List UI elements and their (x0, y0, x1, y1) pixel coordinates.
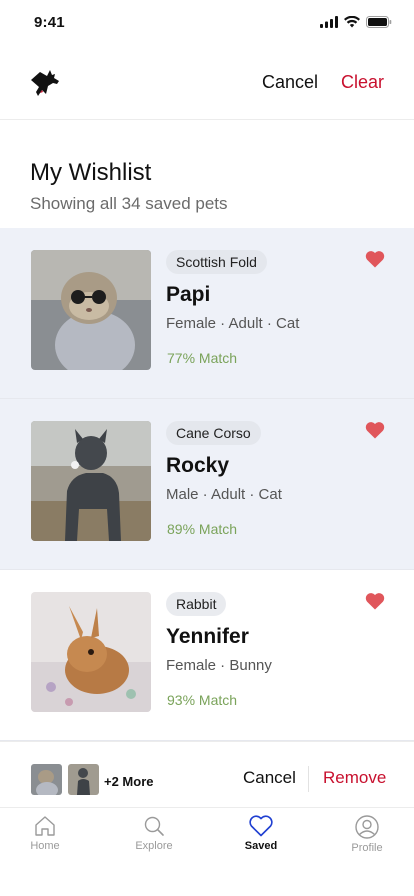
cat-thumbnail-icon (31, 764, 62, 795)
more-selected-label: +2 More (104, 774, 154, 789)
rabbit-photo-icon (31, 592, 151, 712)
tab-bar: Home Explore Saved Profile (0, 807, 414, 896)
match-percentage: 93% Match (167, 692, 238, 708)
battery-icon (366, 16, 392, 28)
tab-label: Profile (351, 842, 383, 854)
page-title: My Wishlist (30, 159, 152, 186)
remove-button[interactable]: Remove (323, 768, 386, 788)
tab-saved[interactable]: Saved (221, 814, 301, 866)
heart-icon (249, 815, 273, 837)
selected-thumbnail (68, 764, 99, 795)
header: Cancel Clear (0, 44, 414, 120)
tab-label: Saved (244, 840, 278, 852)
tab-label: Home (30, 840, 60, 852)
pet-photo (31, 250, 151, 370)
match-percentage: 89% Match (167, 521, 238, 537)
tab-home[interactable]: Home (5, 814, 85, 866)
search-icon (144, 816, 164, 836)
pet-photo (31, 421, 151, 541)
divider (308, 766, 309, 792)
pet-details: Female · Adult · Cat (166, 315, 300, 332)
cancel-selection-button[interactable]: Cancel (243, 768, 296, 788)
selection-action-bar: +2 More Cancel Remove (0, 741, 414, 807)
page-subtitle: Showing all 34 saved pets (30, 194, 228, 213)
heart-filled-icon (365, 422, 385, 439)
breed-chip: Cane Corso (166, 421, 261, 445)
pet-photo (31, 592, 151, 712)
status-time: 9:41 (34, 14, 65, 31)
favorite-button[interactable] (364, 592, 386, 612)
pet-name: Rocky (166, 454, 230, 477)
tab-label: Explore (135, 840, 173, 852)
favorite-button[interactable] (364, 250, 386, 270)
home-icon (35, 816, 55, 836)
pet-card[interactable]: Rabbit Yennifer Female · Bunny 93% Match (0, 570, 414, 741)
dog-logo-icon[interactable] (28, 66, 62, 100)
cancel-button[interactable]: Cancel (262, 72, 318, 93)
dog-thumbnail-icon (68, 764, 99, 795)
favorite-button[interactable] (364, 421, 386, 441)
profile-icon (355, 815, 379, 839)
pet-list: Scottish Fold Papi Female · Adult · Cat … (0, 228, 414, 741)
selected-thumbnail (31, 764, 62, 795)
pet-name: Yennifer (166, 625, 249, 648)
clear-button[interactable]: Clear (341, 72, 384, 93)
pet-card[interactable]: Cane Corso Rocky Male · Adult · Cat 89% … (0, 399, 414, 570)
cat-photo-icon (31, 250, 151, 370)
status-icons (320, 16, 392, 28)
heart-filled-icon (365, 251, 385, 268)
status-bar: 9:41 (0, 0, 414, 44)
wifi-icon (344, 16, 360, 28)
pet-details: Female · Bunny (166, 657, 272, 674)
heart-filled-icon (365, 593, 385, 610)
breed-chip: Rabbit (166, 592, 227, 616)
pet-name: Papi (166, 283, 211, 306)
tab-profile[interactable]: Profile (327, 814, 407, 866)
tab-explore[interactable]: Explore (114, 814, 194, 866)
pet-details: Male · Adult · Cat (166, 486, 282, 503)
dog-photo-icon (31, 421, 151, 541)
pet-card[interactable]: Scottish Fold Papi Female · Adult · Cat … (0, 228, 414, 399)
match-percentage: 77% Match (167, 350, 238, 366)
signal-icon (320, 16, 338, 28)
breed-chip: Scottish Fold (166, 250, 267, 274)
